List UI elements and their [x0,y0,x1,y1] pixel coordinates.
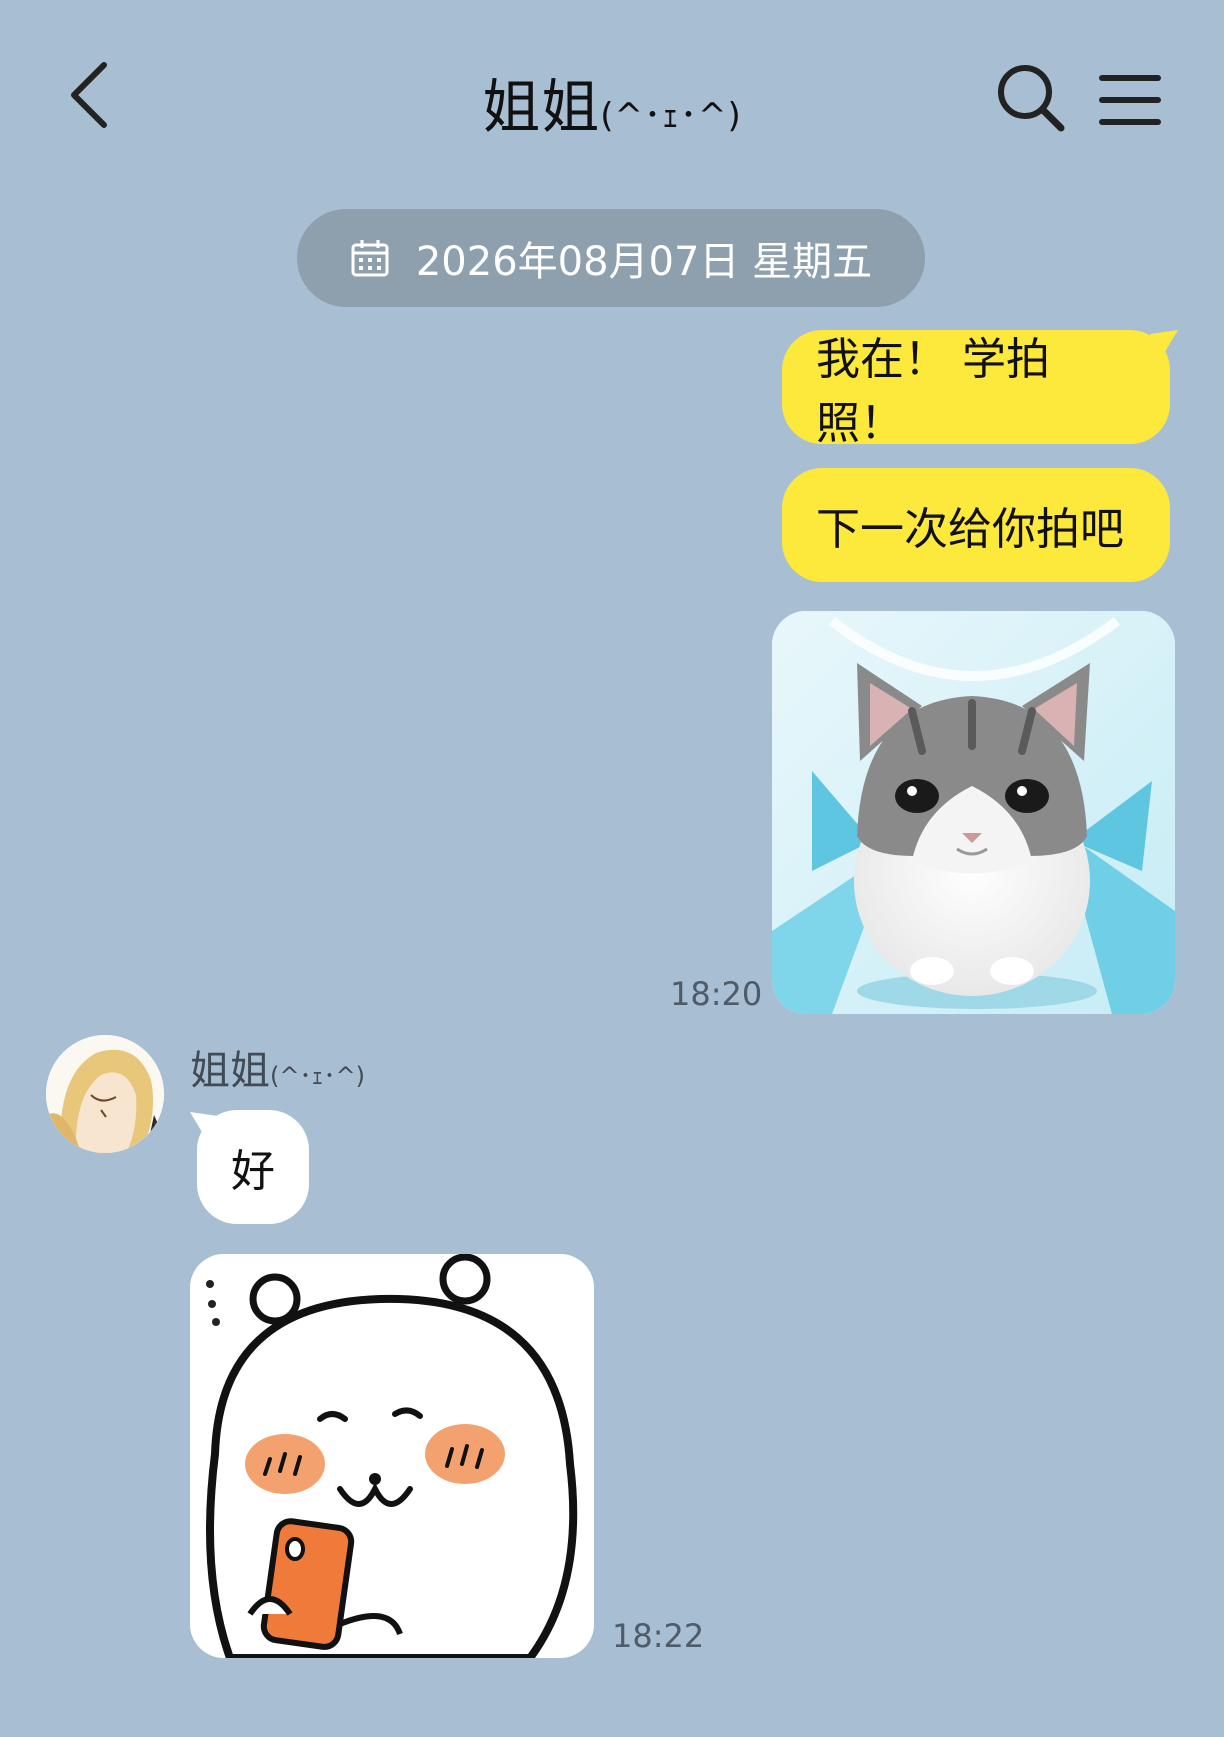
search-button[interactable] [995,62,1067,134]
outgoing-message[interactable]: 下一次给你拍吧 [782,468,1170,582]
chat-title-emoticon: (^･ｪ･^) [600,96,742,136]
chat-title-name: 姐姐 [482,73,601,141]
hamburger-menu-icon [1099,75,1161,125]
menu-button[interactable] [1098,70,1162,130]
message-text: 我在！ 学拍照！ [816,334,1050,449]
avatar[interactable] [46,1035,164,1153]
message-time: 18:22 [612,1617,705,1655]
date-divider: 2026年08月07日 星期五 [297,209,925,307]
message-text: 好 [231,1146,275,1197]
sender-name-text: 姐姐 [190,1048,270,1094]
crying-cat-sticker[interactable] [772,611,1175,1014]
date-text: 2026年08月07日 星期五 [415,239,873,285]
bear-with-phone-sticker[interactable] [190,1254,594,1658]
message-text: 下一次给你拍吧 [816,504,1124,555]
calendar-icon [351,240,389,277]
incoming-message[interactable]: 好 [197,1110,309,1224]
message-time: 18:20 [670,975,763,1013]
sender-name: 姐姐(^･ｪ･^) [190,1038,365,1096]
outgoing-message[interactable]: 我在！ 学拍照！ [782,330,1170,449]
search-icon [998,65,1065,132]
sender-emoticon: (^･ｪ･^) [270,1062,365,1090]
